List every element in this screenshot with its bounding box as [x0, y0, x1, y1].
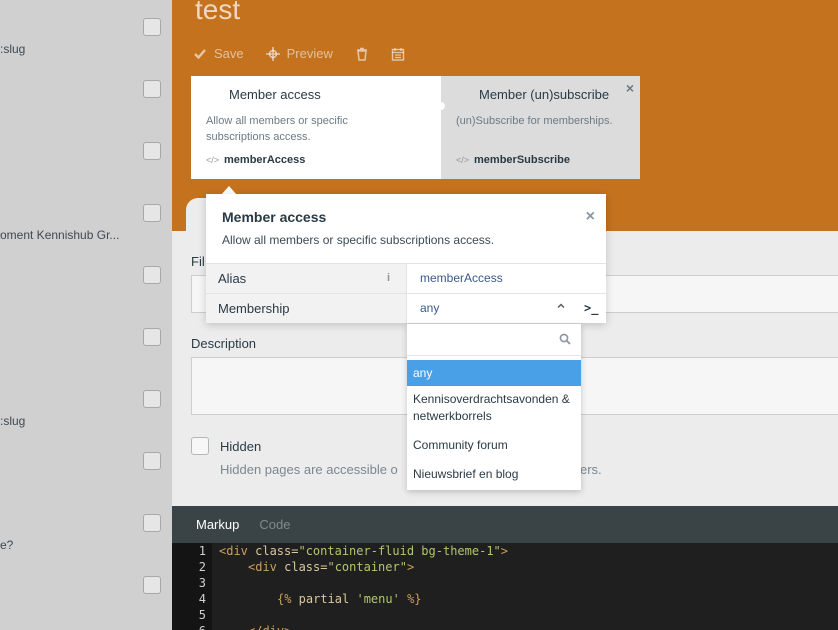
- list-item-checkbox[interactable]: [143, 514, 161, 532]
- list-item-checkbox[interactable]: [143, 204, 161, 222]
- property-row-alias: Alias i memberAccess: [206, 263, 606, 293]
- list-item-label: e?: [0, 538, 14, 552]
- component-card-member-access[interactable]: Member access Allow all members or speci…: [191, 76, 441, 179]
- list-item[interactable]: :slug: [0, 0, 172, 62]
- tab-code[interactable]: Code: [259, 517, 290, 532]
- list-item-label: :slug: [0, 414, 26, 428]
- close-icon[interactable]: ×: [586, 208, 595, 226]
- list-item-checkbox[interactable]: [143, 452, 161, 470]
- code-line: <div class="container-fluid bg-theme-1">: [219, 544, 509, 558]
- list-item[interactable]: e?: [0, 496, 172, 558]
- trash-icon: [356, 47, 367, 61]
- line-number: 4: [198, 592, 206, 606]
- list-item-checkbox[interactable]: [143, 576, 161, 594]
- close-icon[interactable]: ×: [626, 80, 634, 96]
- component-card-member-subscribe[interactable]: Member (un)subscribe × (un)Subscribe for…: [441, 76, 640, 179]
- list-item[interactable]: [0, 310, 172, 372]
- list-item-label: :slug: [0, 42, 26, 56]
- property-row-membership: Membership any >_: [206, 293, 606, 323]
- preview-label: Preview: [286, 46, 333, 61]
- line-number: 6: [172, 624, 206, 630]
- component-title: Member access: [229, 87, 321, 102]
- list-item[interactable]: [0, 558, 172, 620]
- drag-handle-dot[interactable]: [437, 102, 445, 110]
- membership-dropdown: any Kennisoverdrachtsavonden & netwerkbo…: [407, 324, 581, 490]
- dropdown-option[interactable]: Nieuwsbrief en blog: [407, 466, 581, 486]
- list-item[interactable]: [0, 62, 172, 124]
- list-item-checkbox[interactable]: [143, 142, 161, 160]
- code-editor[interactable]: 1 2 3 4 5 6 <div class="container-fluid …: [172, 543, 838, 630]
- line-number: 3: [198, 576, 206, 590]
- description-label: Description: [191, 336, 257, 351]
- list-item-checkbox[interactable]: [143, 80, 161, 98]
- list-item[interactable]: :slug: [0, 372, 172, 434]
- list-item-checkbox[interactable]: [143, 390, 161, 408]
- chevron-up-icon[interactable]: [556, 294, 566, 323]
- dropdown-option[interactable]: Kennisoverdrachtsavonden & netwerkborrel…: [407, 391, 581, 427]
- terminal-icon[interactable]: >_: [584, 294, 598, 323]
- file-label: Fil: [191, 254, 205, 269]
- delete-button[interactable]: [355, 47, 369, 61]
- membership-select[interactable]: any: [420, 294, 439, 323]
- page-list-panel: :slug oment Kennishub Gr... :slug e?: [0, 0, 172, 630]
- dropdown-search-input[interactable]: [407, 324, 581, 356]
- dropdown-option[interactable]: Community forum: [407, 437, 581, 457]
- schedule-button[interactable]: [391, 47, 405, 61]
- list-item[interactable]: [0, 248, 172, 310]
- property-name: Alias: [206, 264, 407, 293]
- line-number: 1: [198, 544, 206, 558]
- popover-title: Member access: [222, 209, 327, 225]
- component-description: (un)Subscribe for memberships.: [456, 115, 613, 127]
- editor-tabs: Markup Code: [172, 506, 838, 543]
- info-icon[interactable]: i: [387, 264, 390, 293]
- search-icon: [559, 333, 571, 345]
- check-icon: [194, 48, 206, 59]
- list-item-checkbox[interactable]: [143, 266, 161, 284]
- line-number: 5: [198, 608, 206, 622]
- code-icon: </>: [206, 155, 220, 165]
- component-alias-text: memberAccess: [224, 154, 306, 166]
- hidden-hint-tail: ers.: [580, 462, 602, 477]
- component-alias-text: memberSubscribe: [474, 154, 570, 166]
- hidden-label: Hidden: [220, 439, 262, 454]
- code-line: <div class="container">: [248, 560, 415, 574]
- list-item-checkbox[interactable]: [143, 18, 161, 36]
- calendar-icon: [391, 47, 405, 61]
- code-line: {% partial 'menu' %}: [277, 592, 422, 606]
- hidden-hint: Hidden pages are accessible o: [220, 462, 398, 477]
- component-alias: </> memberSubscribe: [456, 154, 570, 166]
- component-description: Allow all members or specific subscripti…: [206, 115, 348, 143]
- alias-input[interactable]: memberAccess: [420, 264, 503, 293]
- save-button[interactable]: Save: [193, 46, 244, 61]
- tab-markup[interactable]: Markup: [196, 517, 239, 532]
- code-icon: </>: [456, 155, 470, 165]
- line-number: 2: [198, 560, 206, 574]
- list-item[interactable]: oment Kennishub Gr...: [0, 186, 172, 248]
- hidden-checkbox[interactable]: [191, 437, 209, 455]
- list-item[interactable]: [0, 124, 172, 186]
- toolbar: Save Preview: [193, 46, 427, 61]
- component-inspector-popover: Member access Allow all members or speci…: [206, 194, 606, 323]
- list-item[interactable]: [0, 434, 172, 496]
- page-title[interactable]: test: [195, 0, 240, 26]
- save-label: Save: [214, 46, 244, 61]
- dropdown-option[interactable]: any: [407, 360, 581, 386]
- crosshair-icon: [265, 46, 280, 61]
- property-name: Membership: [206, 294, 407, 323]
- component-alias: </> memberAccess: [206, 154, 305, 166]
- preview-button[interactable]: Preview: [265, 46, 333, 61]
- component-title: Member (un)subscribe: [479, 87, 610, 102]
- list-item-checkbox[interactable]: [143, 328, 161, 346]
- list-item-label: oment Kennishub Gr...: [0, 228, 120, 242]
- code-line: </div>: [248, 624, 291, 630]
- popover-description: Allow all members or specific subscripti…: [222, 233, 495, 247]
